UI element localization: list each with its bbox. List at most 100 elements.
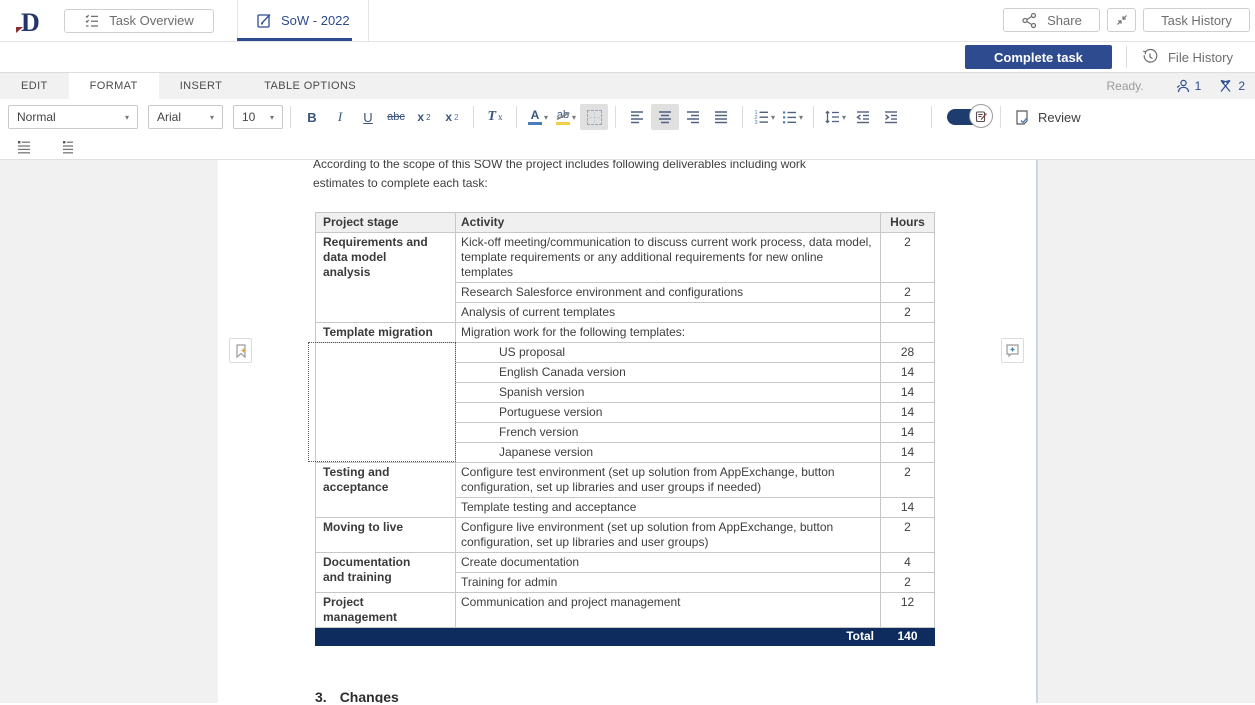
- superscript-button[interactable]: x2: [410, 104, 438, 130]
- line-spacing-button[interactable]: ▾: [821, 104, 849, 130]
- hours-cell[interactable]: 2: [881, 573, 935, 593]
- stage-cell[interactable]: Requirements and data model analysis: [316, 233, 456, 323]
- table-row: US proposal 28: [316, 343, 935, 363]
- add-bookmark-button[interactable]: [229, 338, 252, 363]
- hours-cell[interactable]: 14: [881, 403, 935, 423]
- text-direction-rtl-button[interactable]: [52, 134, 80, 160]
- activity-cell[interactable]: Training for admin: [456, 573, 881, 593]
- share-button[interactable]: Share: [1003, 8, 1100, 32]
- align-center-button[interactable]: [651, 104, 679, 130]
- hours-cell[interactable]: 2: [881, 518, 935, 553]
- menu-tab-insert[interactable]: INSERT: [159, 73, 244, 99]
- task-history-button[interactable]: Task History: [1143, 8, 1250, 32]
- stage-cell[interactable]: Testing and acceptance: [316, 463, 456, 518]
- hours-cell[interactable]: 28: [881, 343, 935, 363]
- bullet-list-button[interactable]: ▾: [778, 104, 806, 130]
- section-heading-changes[interactable]: 3. Changes: [315, 689, 1036, 703]
- selected-stage-cell[interactable]: [316, 343, 456, 463]
- borders-button[interactable]: [580, 104, 608, 130]
- menu-tab-table-options[interactable]: TABLE OPTIONS: [243, 73, 377, 99]
- hours-cell[interactable]: 2: [881, 463, 935, 498]
- tab-separator: [368, 0, 369, 41]
- activity-cell[interactable]: Create documentation: [456, 553, 881, 573]
- subscript-button[interactable]: x2: [438, 104, 466, 130]
- document-page[interactable]: According to the scope of this SOW the p…: [218, 160, 1038, 703]
- activity-cell[interactable]: French version: [456, 423, 881, 443]
- flags-indicator[interactable]: 2: [1217, 78, 1245, 94]
- app-window: D Task Overview: [0, 0, 1255, 705]
- intro-paragraph[interactable]: According to the scope of this SOW the p…: [313, 160, 1036, 193]
- task-overview-button[interactable]: Task Overview: [64, 9, 214, 33]
- collaborators-indicator[interactable]: 1: [1174, 78, 1202, 94]
- borders-icon: [587, 110, 602, 125]
- review-button[interactable]: Review: [1014, 109, 1081, 126]
- hours-cell[interactable]: [881, 323, 935, 343]
- task-history-label: Task History: [1161, 13, 1232, 28]
- outdent-button[interactable]: [849, 104, 877, 130]
- highlight-color-button[interactable]: ab ▾: [552, 104, 580, 130]
- activity-cell[interactable]: Configure test environment (set up solut…: [456, 463, 881, 498]
- heading-text: Changes: [340, 689, 399, 703]
- file-history-button[interactable]: File History: [1141, 48, 1233, 66]
- activity-cell[interactable]: Communication and project management: [456, 593, 881, 628]
- svg-text:3: 3: [754, 120, 757, 125]
- hours-cell[interactable]: 2: [881, 303, 935, 323]
- table-row: Moving to live Configure live environmen…: [316, 518, 935, 553]
- strikethrough-button[interactable]: abc: [382, 104, 410, 130]
- activity-cell[interactable]: Spanish version: [456, 383, 881, 403]
- total-label-cell[interactable]: Total: [316, 628, 881, 646]
- font-size-select[interactable]: 10 ▾: [233, 105, 283, 129]
- numbered-list-button[interactable]: 123 ▾: [750, 104, 778, 130]
- underline-button[interactable]: U: [354, 104, 382, 130]
- total-value-cell[interactable]: 140: [881, 628, 935, 646]
- hours-cell[interactable]: 14: [881, 363, 935, 383]
- activity-cell[interactable]: Kick-off meeting/communication to discus…: [456, 233, 881, 283]
- hours-cell[interactable]: 14: [881, 423, 935, 443]
- hours-cell[interactable]: 14: [881, 383, 935, 403]
- collapse-panel-button[interactable]: [1107, 8, 1136, 32]
- checklist-icon: [84, 13, 100, 29]
- font-family-select[interactable]: Arial ▾: [148, 105, 223, 129]
- hours-cell[interactable]: 2: [881, 233, 935, 283]
- stage-cell[interactable]: Template migration: [316, 323, 456, 343]
- col-header-project-stage[interactable]: Project stage: [316, 213, 456, 233]
- tab-sow-2022[interactable]: SoW - 2022: [238, 0, 368, 41]
- stage-cell[interactable]: Moving to live: [316, 518, 456, 553]
- activity-cell[interactable]: Research Salesforce environment and conf…: [456, 283, 881, 303]
- hours-cell[interactable]: 2: [881, 283, 935, 303]
- menu-tab-edit[interactable]: EDIT: [0, 73, 69, 99]
- col-header-hours[interactable]: Hours: [881, 213, 935, 233]
- stage-cell[interactable]: Documentation and training: [316, 553, 456, 593]
- add-comment-button[interactable]: [1001, 338, 1024, 363]
- menu-tab-format[interactable]: FORMAT: [69, 73, 159, 99]
- activity-cell[interactable]: Analysis of current templates: [456, 303, 881, 323]
- clear-formatting-button[interactable]: Tx: [481, 104, 509, 130]
- bold-button[interactable]: B: [298, 104, 326, 130]
- font-color-button[interactable]: A ▾: [524, 104, 552, 130]
- col-header-activity[interactable]: Activity: [456, 213, 881, 233]
- share-label: Share: [1047, 13, 1082, 28]
- activity-cell[interactable]: Configure live environment (set up solut…: [456, 518, 881, 553]
- activity-cell[interactable]: Japanese version: [456, 443, 881, 463]
- complete-task-button[interactable]: Complete task: [965, 45, 1112, 69]
- text-direction-ltr-button[interactable]: [10, 134, 38, 160]
- track-changes-toggle[interactable]: [947, 109, 985, 125]
- file-history-label: File History: [1168, 50, 1233, 65]
- stage-cell[interactable]: Project management: [316, 593, 456, 628]
- italic-button[interactable]: I: [326, 104, 354, 130]
- hours-cell[interactable]: 14: [881, 443, 935, 463]
- align-left-button[interactable]: [623, 104, 651, 130]
- activity-cell[interactable]: US proposal: [456, 343, 881, 363]
- align-justify-button[interactable]: [707, 104, 735, 130]
- activity-cell[interactable]: Template testing and acceptance: [456, 498, 881, 518]
- paragraph-style-select[interactable]: Normal ▾: [8, 105, 138, 129]
- align-right-button[interactable]: [679, 104, 707, 130]
- activity-cell[interactable]: Portuguese version: [456, 403, 881, 423]
- activity-cell[interactable]: Migration work for the following templat…: [456, 323, 881, 343]
- activity-cell[interactable]: English Canada version: [456, 363, 881, 383]
- hours-cell[interactable]: 14: [881, 498, 935, 518]
- indent-button[interactable]: [877, 104, 905, 130]
- toolbar-separator: [290, 106, 291, 128]
- hours-cell[interactable]: 4: [881, 553, 935, 573]
- hours-cell[interactable]: 12: [881, 593, 935, 628]
